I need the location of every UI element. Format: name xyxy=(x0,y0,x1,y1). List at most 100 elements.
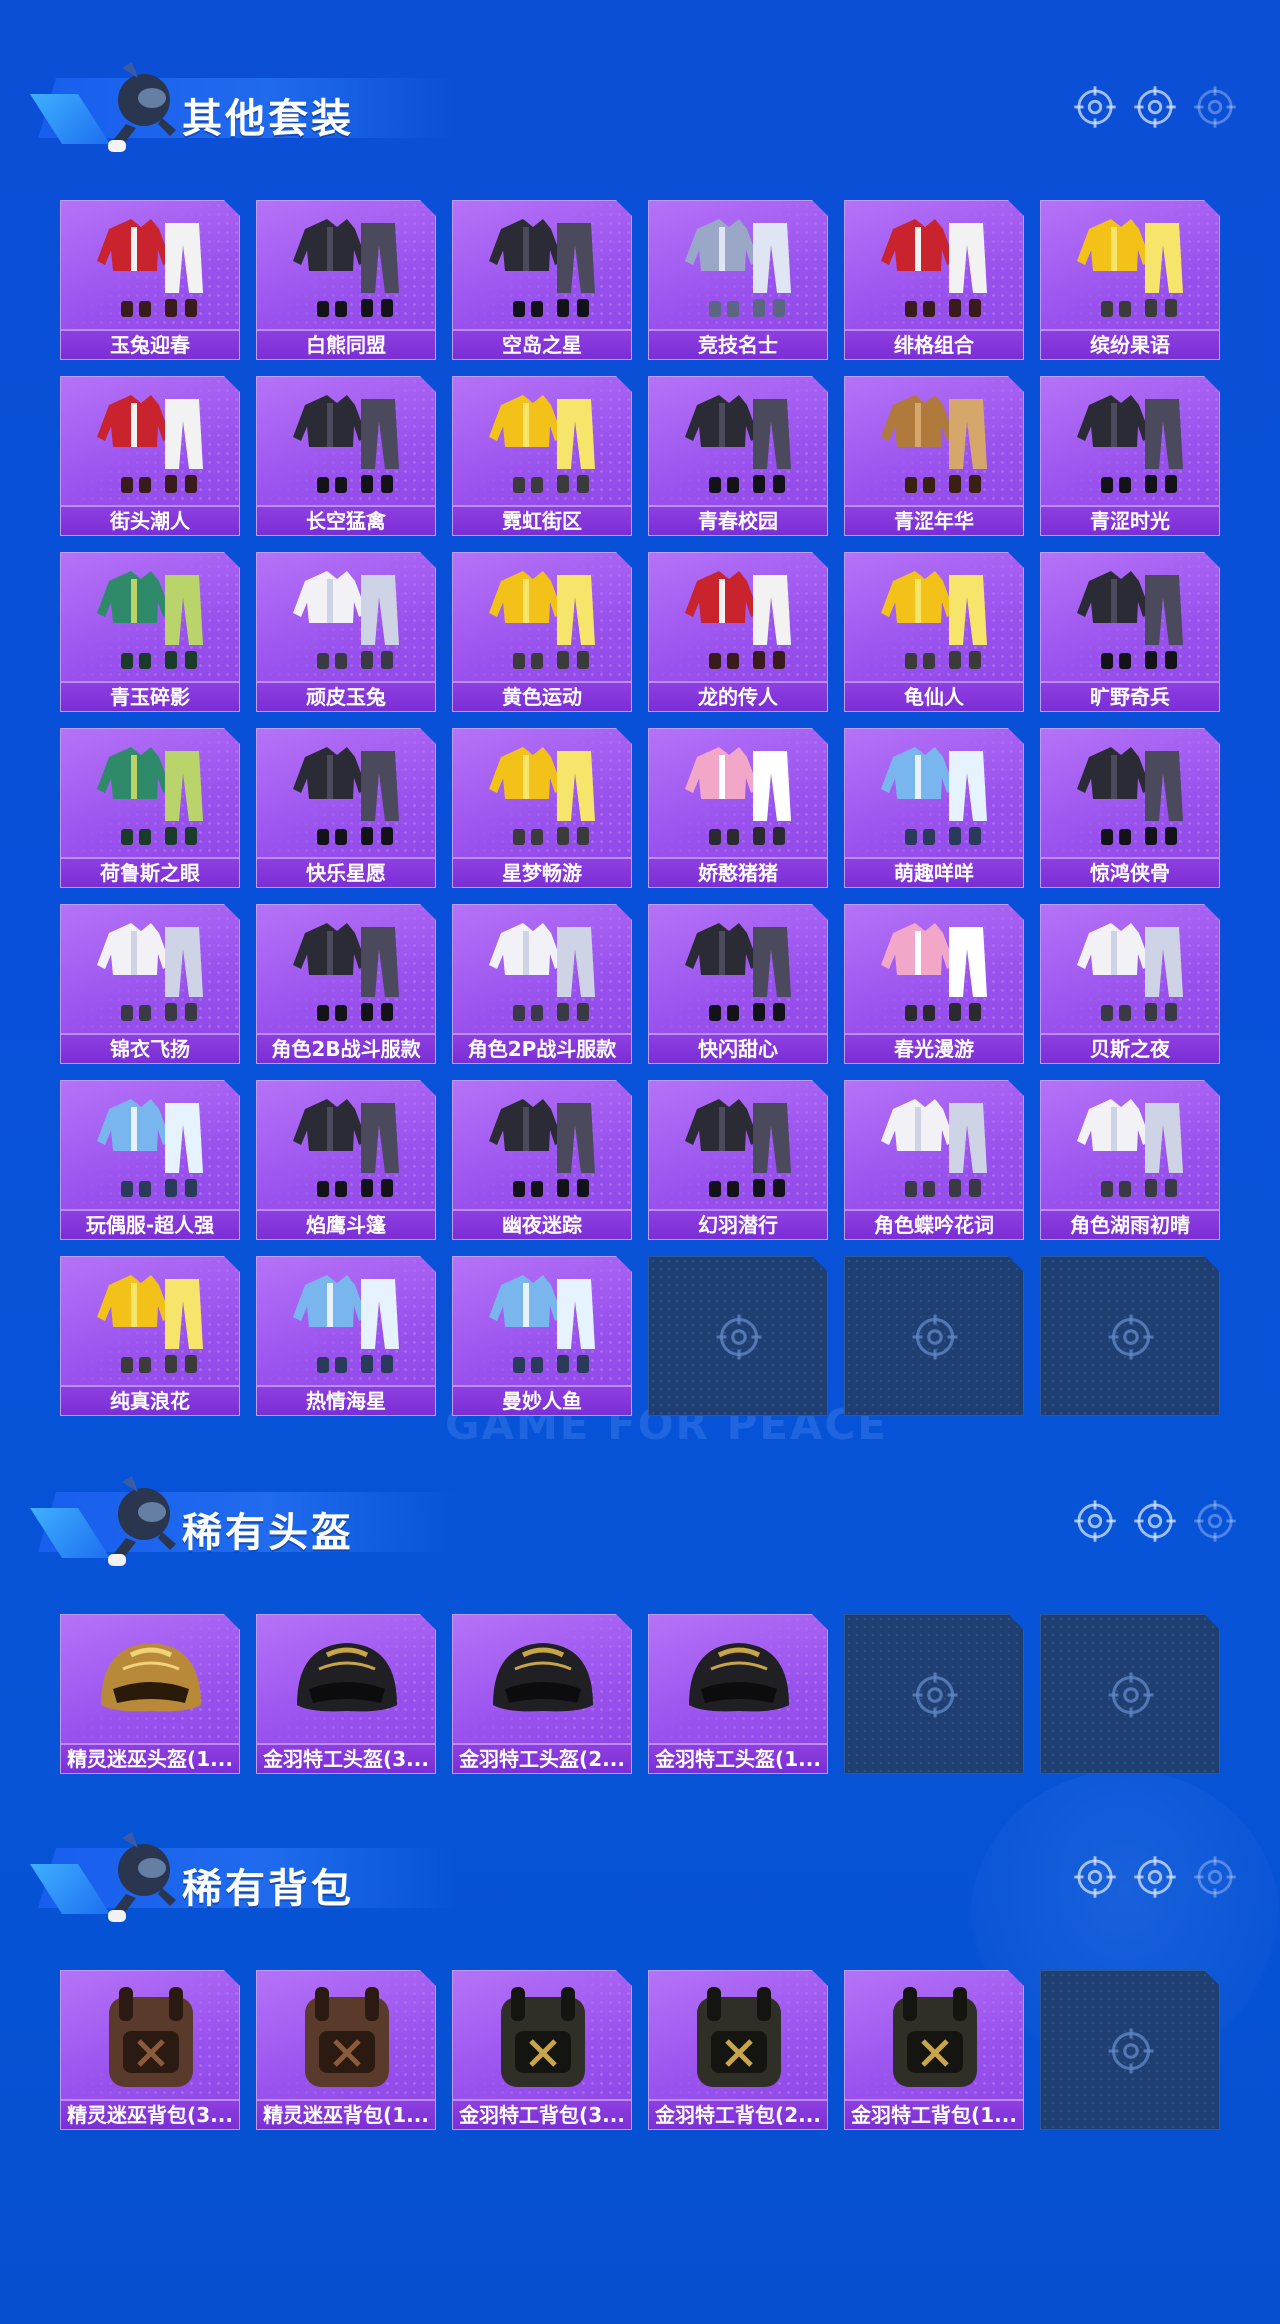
crosshair-icon xyxy=(910,1312,960,1362)
item-card[interactable]: 长空猛禽 xyxy=(256,376,436,536)
item-image xyxy=(649,553,828,681)
section-title: 稀有背包 xyxy=(182,1866,354,1912)
item-card[interactable]: 白熊同盟 xyxy=(256,200,436,360)
item-label: 幻羽潜行 xyxy=(649,1209,827,1239)
item-label: 焰鹰斗篷 xyxy=(257,1209,435,1239)
item-card[interactable]: 旷野奇兵 xyxy=(1040,552,1220,712)
item-card[interactable]: 萌趣咩咩 xyxy=(844,728,1024,888)
item-card[interactable]: 青涩时光 xyxy=(1040,376,1220,536)
item-card[interactable]: 荷鲁斯之眼 xyxy=(60,728,240,888)
item-image xyxy=(61,1081,240,1209)
crosshair-icon xyxy=(1132,84,1178,130)
item-card[interactable]: 角色2B战斗服款 xyxy=(256,904,436,1064)
empty-slot xyxy=(648,1256,828,1416)
item-card[interactable]: 贝斯之夜 xyxy=(1040,904,1220,1064)
item-card[interactable]: 青春校园 xyxy=(648,376,828,536)
item-card[interactable]: 曼妙人鱼 xyxy=(452,1256,632,1416)
item-image xyxy=(649,905,828,1033)
item-card[interactable]: 空岛之星 xyxy=(452,200,632,360)
item-card[interactable]: 热情海星 xyxy=(256,1256,436,1416)
item-image xyxy=(257,377,436,505)
crosshair-icon xyxy=(1192,84,1238,130)
item-card[interactable]: 青涩年华 xyxy=(844,376,1024,536)
empty-slot xyxy=(1040,1256,1220,1416)
item-card[interactable]: 玉兔迎春 xyxy=(60,200,240,360)
item-card[interactable]: 快乐星愿 xyxy=(256,728,436,888)
item-card[interactable]: 金羽特工头盔(2... xyxy=(452,1614,632,1774)
item-image xyxy=(649,1971,828,2099)
item-image xyxy=(257,553,436,681)
item-label: 玩偶服-超人强 xyxy=(61,1209,239,1239)
item-card[interactable]: 惊鸿侠骨 xyxy=(1040,728,1220,888)
item-label: 绯格组合 xyxy=(845,329,1023,359)
item-image xyxy=(453,1081,632,1209)
item-card[interactable]: 玩偶服-超人强 xyxy=(60,1080,240,1240)
item-image xyxy=(1041,553,1220,681)
item-label: 娇憨猪猪 xyxy=(649,857,827,887)
item-card[interactable]: 缤纷果语 xyxy=(1040,200,1220,360)
item-image xyxy=(649,377,828,505)
item-label: 春光漫游 xyxy=(845,1033,1023,1063)
item-label: 缤纷果语 xyxy=(1041,329,1219,359)
item-card[interactable]: 角色蝶吟花词 xyxy=(844,1080,1024,1240)
item-card[interactable]: 龙的传人 xyxy=(648,552,828,712)
header-decoration xyxy=(1072,1854,1252,1904)
item-card[interactable]: 金羽特工背包(1... xyxy=(844,1970,1024,2130)
item-image xyxy=(845,553,1024,681)
item-label: 竞技名士 xyxy=(649,329,827,359)
crosshair-icon xyxy=(1072,1498,1118,1544)
item-card[interactable]: 焰鹰斗篷 xyxy=(256,1080,436,1240)
section-header: 稀有背包 xyxy=(30,1818,458,1930)
item-image xyxy=(61,553,240,681)
mascot-icon xyxy=(92,48,192,160)
section-title: 稀有头盔 xyxy=(182,1510,354,1556)
item-card[interactable]: 娇憨猪猪 xyxy=(648,728,828,888)
item-card[interactable]: 街头潮人 xyxy=(60,376,240,536)
item-image xyxy=(453,905,632,1033)
item-card[interactable]: 霓虹街区 xyxy=(452,376,632,536)
item-card[interactable]: 角色2P战斗服款 xyxy=(452,904,632,1064)
item-card[interactable]: 黄色运动 xyxy=(452,552,632,712)
mascot-icon xyxy=(92,1818,192,1930)
item-card[interactable]: 幽夜迷踪 xyxy=(452,1080,632,1240)
item-card[interactable]: 星梦畅游 xyxy=(452,728,632,888)
item-label: 青玉碎影 xyxy=(61,681,239,711)
crosshair-icon xyxy=(714,1312,764,1362)
item-image xyxy=(1041,729,1220,857)
empty-slot xyxy=(844,1614,1024,1774)
item-card[interactable]: 金羽特工背包(2... xyxy=(648,1970,828,2130)
item-label: 旷野奇兵 xyxy=(1041,681,1219,711)
item-label: 霓虹街区 xyxy=(453,505,631,535)
item-image xyxy=(845,1971,1024,2099)
item-label: 锦衣飞扬 xyxy=(61,1033,239,1063)
item-card[interactable]: 青玉碎影 xyxy=(60,552,240,712)
item-card[interactable]: 快闪甜心 xyxy=(648,904,828,1064)
item-card[interactable]: 纯真浪花 xyxy=(60,1256,240,1416)
item-card[interactable]: 幻羽潜行 xyxy=(648,1080,828,1240)
item-card[interactable]: 角色湖雨初晴 xyxy=(1040,1080,1220,1240)
item-card[interactable]: 精灵迷巫头盔(1... xyxy=(60,1614,240,1774)
item-label: 贝斯之夜 xyxy=(1041,1033,1219,1063)
item-card[interactable]: 金羽特工头盔(3... xyxy=(256,1614,436,1774)
item-card[interactable]: 顽皮玉兔 xyxy=(256,552,436,712)
item-image xyxy=(1041,201,1220,329)
item-label: 金羽特工背包(1... xyxy=(845,2099,1023,2129)
item-label: 惊鸿侠骨 xyxy=(1041,857,1219,887)
item-label: 快乐星愿 xyxy=(257,857,435,887)
item-image xyxy=(845,1081,1024,1209)
item-label: 精灵迷巫头盔(1... xyxy=(61,1743,239,1773)
item-card[interactable]: 锦衣飞扬 xyxy=(60,904,240,1064)
crosshair-icon xyxy=(1192,1854,1238,1900)
crosshair-icon xyxy=(1106,2026,1156,2076)
item-card[interactable]: 金羽特工头盔(1... xyxy=(648,1614,828,1774)
item-card[interactable]: 竞技名士 xyxy=(648,200,828,360)
empty-slot xyxy=(1040,1614,1220,1774)
item-card[interactable]: 精灵迷巫背包(1... xyxy=(256,1970,436,2130)
item-card[interactable]: 金羽特工背包(3... xyxy=(452,1970,632,2130)
item-card[interactable]: 绯格组合 xyxy=(844,200,1024,360)
item-image xyxy=(257,905,436,1033)
item-card[interactable]: 春光漫游 xyxy=(844,904,1024,1064)
item-card[interactable]: 精灵迷巫背包(3... xyxy=(60,1970,240,2130)
item-card[interactable]: 龟仙人 xyxy=(844,552,1024,712)
crosshair-icon xyxy=(910,1670,960,1720)
